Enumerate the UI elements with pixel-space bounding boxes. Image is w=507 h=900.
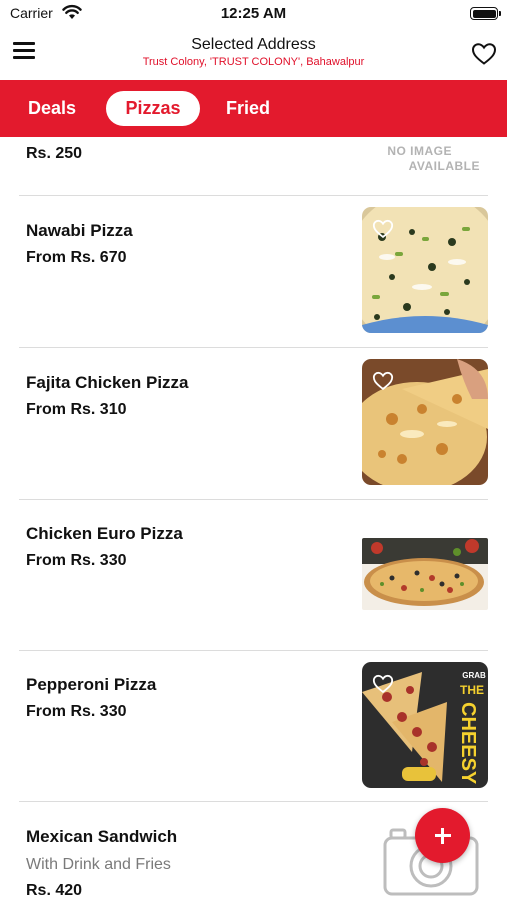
chicken-euro-pizza-image[interactable] xyxy=(362,538,488,610)
battery-icon xyxy=(470,7,501,20)
fajita-chicken-pizza-image[interactable] xyxy=(362,359,488,485)
heart-outline-icon[interactable] xyxy=(372,219,394,239)
no-image-label: NO IMAGE xyxy=(387,144,452,158)
heart-outline-icon[interactable] xyxy=(471,42,497,66)
app-header: Selected Address Trust Colony, 'TRUST CO… xyxy=(0,28,507,80)
item-name: Fajita Chicken Pizza xyxy=(26,373,189,392)
list-item[interactable]: Fajita Chicken Pizza From Rs. 310 xyxy=(19,348,488,499)
tab-fried[interactable]: Fried xyxy=(226,91,270,126)
tab-pizzas[interactable]: Pizzas xyxy=(106,91,200,126)
item-price: From Rs. 310 xyxy=(26,401,127,418)
pepperoni-pizza-image[interactable]: GRAB THE CHEESY xyxy=(362,662,488,788)
item-name: Chicken Euro Pizza xyxy=(26,524,183,543)
item-description: With Drink and Fries xyxy=(26,856,171,873)
poster-text: CHEESY xyxy=(457,702,479,785)
list-item[interactable]: Mexican Sandwich With Drink and Fries Rs… xyxy=(19,802,488,900)
item-name: Pepperoni Pizza xyxy=(26,675,157,694)
item-name: Nawabi Pizza xyxy=(26,221,133,240)
list-item[interactable]: Pepperoni Pizza From Rs. 330 GRAB THE CH… xyxy=(19,651,488,801)
no-image-label: AVAILABLE xyxy=(408,159,480,173)
category-tabs: Deals Pizzas Fried xyxy=(0,80,507,137)
list-item[interactable]: Rs. 250 NO IMAGE AVAILABLE xyxy=(19,137,488,195)
product-list[interactable]: Rs. 250 NO IMAGE AVAILABLE Nawabi Pizza … xyxy=(0,137,507,900)
nawabi-pizza-image[interactable] xyxy=(362,207,488,333)
item-price: From Rs. 670 xyxy=(26,249,127,266)
item-price: Rs. 420 xyxy=(26,882,83,899)
item-price: From Rs. 330 xyxy=(26,703,127,720)
item-price: Rs. 250 xyxy=(26,145,83,162)
status-bar: Carrier 12:25 AM xyxy=(0,0,507,28)
item-price: From Rs. 330 xyxy=(26,552,127,569)
item-name: Mexican Sandwich xyxy=(26,827,178,846)
heart-outline-icon[interactable] xyxy=(372,371,394,391)
poster-text: GRAB xyxy=(462,671,486,680)
poster-text: THE xyxy=(460,683,484,697)
clock: 12:25 AM xyxy=(220,5,287,22)
tab-deals[interactable]: Deals xyxy=(28,91,76,126)
header-title[interactable]: Selected Address xyxy=(0,36,507,54)
heart-outline-icon[interactable] xyxy=(372,674,394,694)
add-button[interactable] xyxy=(415,808,470,863)
selected-address[interactable]: Trust Colony, 'TRUST COLONY', Bahawalpur xyxy=(0,56,507,68)
list-item[interactable]: Nawabi Pizza From Rs. 670 xyxy=(19,196,488,347)
list-item[interactable]: Chicken Euro Pizza From Rs. 330 xyxy=(19,500,488,650)
no-image-placeholder: NO IMAGE AVAILABLE xyxy=(387,144,480,174)
